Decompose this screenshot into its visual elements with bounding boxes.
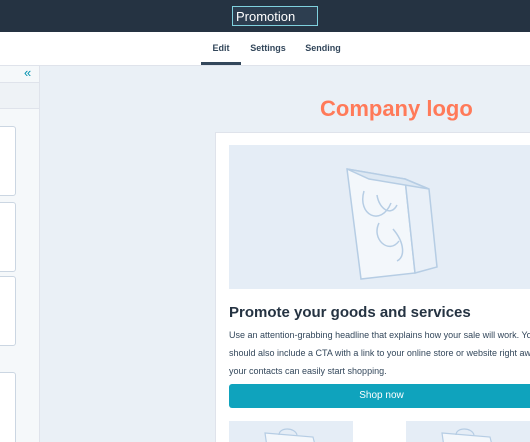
editor-tab-bar: Edit Settings Sending bbox=[0, 32, 530, 66]
top-navigation-bar bbox=[0, 0, 530, 32]
module-card[interactable] bbox=[0, 372, 16, 442]
email-name-input[interactable] bbox=[232, 6, 318, 26]
body-line: your contacts can easily start shopping. bbox=[229, 366, 387, 376]
module-card[interactable] bbox=[0, 126, 16, 196]
tab-sending[interactable]: Sending bbox=[301, 32, 345, 65]
email-body-text[interactable]: Use an attention-grabbing headline that … bbox=[229, 326, 530, 380]
email-body: Promote your goods and services Use an a… bbox=[215, 132, 530, 442]
hero-image[interactable] bbox=[229, 145, 530, 289]
modules-sidebar: « bbox=[0, 66, 40, 442]
body-line: should also include a CTA with a link to… bbox=[229, 348, 530, 358]
module-card[interactable] bbox=[0, 276, 16, 346]
double-chevron-left-icon[interactable]: « bbox=[24, 66, 31, 79]
shop-now-button[interactable]: Shop now bbox=[229, 384, 530, 408]
company-logo[interactable]: Company logo bbox=[320, 96, 473, 122]
product-image[interactable] bbox=[229, 421, 353, 442]
product-image[interactable] bbox=[406, 421, 530, 442]
sidebar-search-area[interactable] bbox=[0, 83, 39, 109]
tab-edit[interactable]: Edit bbox=[201, 32, 241, 65]
shopping-bag-icon bbox=[346, 168, 438, 280]
shopping-bag-icon bbox=[441, 428, 492, 442]
tab-settings[interactable]: Settings bbox=[247, 32, 289, 65]
module-card[interactable] bbox=[0, 202, 16, 272]
email-headline[interactable]: Promote your goods and services bbox=[229, 304, 471, 321]
body-line: Use an attention-grabbing headline that … bbox=[229, 330, 530, 340]
shopping-bag-icon bbox=[264, 428, 315, 442]
email-canvas: Company logo Promote your goods and serv… bbox=[41, 66, 530, 442]
